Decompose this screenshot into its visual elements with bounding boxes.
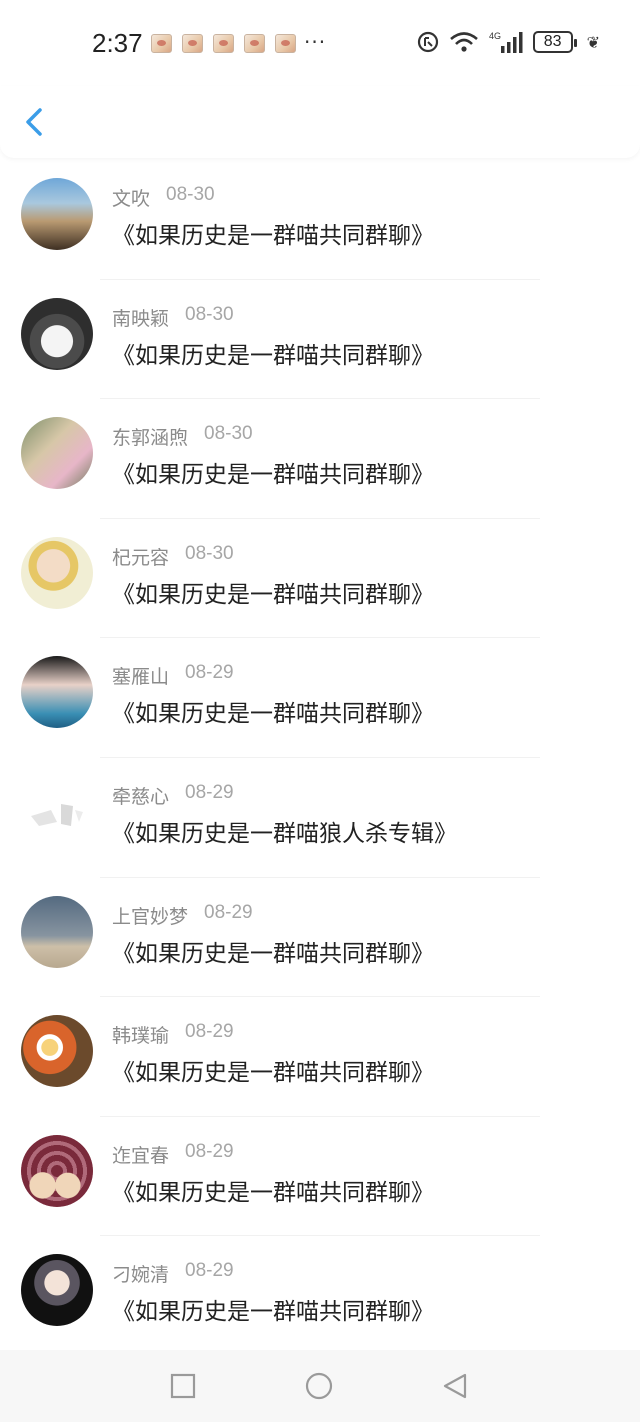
item-title[interactable]: 《如果历史是一群喵共同群聊》	[112, 694, 434, 728]
avatar[interactable]	[21, 895, 93, 968]
battery-icon: 83	[532, 31, 577, 53]
item-title[interactable]: 《如果历史是一群喵共同群聊》	[112, 1173, 434, 1207]
avatar[interactable]	[21, 775, 93, 848]
list-item[interactable]: 刁婉清 08-29 《如果历史是一群喵共同群聊》	[0, 1236, 640, 1356]
battery-saver-icon: ❦	[586, 32, 600, 52]
item-title[interactable]: 《如果历史是一群喵共同群聊》	[112, 1053, 434, 1087]
app-notification-icon	[275, 34, 296, 53]
battery-level: 83	[543, 33, 562, 50]
system-icons: 4G 83 ❦	[417, 30, 600, 54]
app-notification-icon	[244, 34, 265, 53]
back-button[interactable]	[20, 104, 52, 140]
data-saver-icon	[417, 31, 438, 53]
item-title[interactable]: 《如果历史是一群喵共同群聊》	[112, 455, 434, 489]
item-date: 08-29	[185, 781, 234, 803]
notification-icons	[151, 34, 296, 53]
item-title[interactable]: 《如果历史是一群喵共同群聊》	[112, 1292, 434, 1326]
item-title[interactable]: 《如果历史是一群喵共同群聊》	[112, 216, 434, 250]
list-item[interactable]: 韩璞瑜 08-29 《如果历史是一群喵共同群聊》	[0, 997, 640, 1117]
avatar[interactable]	[21, 297, 93, 370]
item-date: 08-30	[204, 423, 253, 445]
list-item[interactable]: 文吹 08-30 《如果历史是一群喵共同群聊》	[0, 160, 640, 280]
avatar[interactable]	[21, 536, 93, 609]
user-name[interactable]: 文吹	[112, 184, 150, 211]
user-name[interactable]: 刁婉清	[112, 1260, 169, 1287]
app-notification-icon	[182, 34, 203, 53]
default-avatar-icon	[31, 803, 83, 826]
system-navigation-bar	[0, 1350, 640, 1422]
header	[0, 86, 640, 158]
list-item[interactable]: 东郭涵煦 08-30 《如果历史是一群喵共同群聊》	[0, 399, 640, 519]
list-item[interactable]: 南映颖 08-30 《如果历史是一群喵共同群聊》	[0, 280, 640, 400]
list-item[interactable]: 上官妙梦 08-29 《如果历史是一群喵共同群聊》	[0, 878, 640, 998]
status-time: 2:37	[92, 28, 143, 58]
item-title[interactable]: 《如果历史是一群喵共同群聊》	[112, 336, 434, 370]
avatar[interactable]	[21, 1134, 93, 1207]
user-name[interactable]: 杞元容	[112, 543, 169, 570]
cellular-signal-icon: 4G	[489, 31, 523, 53]
chevron-left-icon	[26, 108, 42, 136]
user-name[interactable]: 牵慈心	[112, 782, 169, 809]
item-date: 08-30	[185, 303, 234, 325]
list-item[interactable]: 牵慈心 08-29 《如果历史是一群喵狼人杀专辑》	[0, 758, 640, 878]
avatar[interactable]	[21, 656, 93, 729]
avatar[interactable]	[21, 417, 93, 490]
list-item[interactable]: 迮宜春 08-29 《如果历史是一群喵共同群聊》	[0, 1117, 640, 1237]
item-title[interactable]: 《如果历史是一群喵共同群聊》	[112, 575, 434, 609]
user-name[interactable]: 迮宜春	[112, 1141, 169, 1168]
nav-back-button[interactable]	[441, 1372, 469, 1400]
app-notification-icon	[213, 34, 234, 53]
user-name[interactable]: 上官妙梦	[112, 902, 188, 929]
item-date: 08-29	[185, 1260, 234, 1282]
wifi-icon	[449, 32, 478, 52]
home-button[interactable]	[305, 1372, 333, 1400]
avatar[interactable]	[21, 178, 93, 250]
item-date: 08-30	[185, 542, 234, 564]
user-name[interactable]: 东郭涵煦	[112, 423, 188, 450]
app-notification-icon	[151, 34, 172, 53]
item-date: 08-30	[166, 184, 215, 205]
comment-list: 文吹 08-30 《如果历史是一群喵共同群聊》 南映颖 08-30 《如果历史是…	[0, 160, 640, 1356]
item-date: 08-29	[185, 1021, 234, 1043]
more-notifications-icon: ···	[304, 30, 327, 54]
item-title[interactable]: 《如果历史是一群喵共同群聊》	[112, 934, 434, 968]
list-item[interactable]: 塞雁山 08-29 《如果历史是一群喵共同群聊》	[0, 638, 640, 758]
square-icon	[170, 1373, 196, 1399]
item-date: 08-29	[185, 1140, 234, 1162]
user-name[interactable]: 韩璞瑜	[112, 1021, 169, 1048]
avatar[interactable]	[21, 1254, 93, 1327]
network-type-label: 4G	[489, 31, 501, 41]
item-date: 08-29	[204, 901, 253, 923]
avatar[interactable]	[21, 1015, 93, 1088]
item-date: 08-29	[185, 662, 234, 684]
triangle-back-icon	[443, 1373, 467, 1399]
circle-icon	[305, 1372, 333, 1400]
item-title[interactable]: 《如果历史是一群喵狼人杀专辑》	[112, 814, 457, 848]
list-item[interactable]: 杞元容 08-30 《如果历史是一群喵共同群聊》	[0, 519, 640, 639]
user-name[interactable]: 塞雁山	[112, 662, 169, 689]
status-bar: 2:37 ··· 4G 83 ❦	[0, 0, 640, 86]
user-name[interactable]: 南映颖	[112, 304, 169, 331]
recent-apps-button[interactable]	[169, 1372, 197, 1400]
